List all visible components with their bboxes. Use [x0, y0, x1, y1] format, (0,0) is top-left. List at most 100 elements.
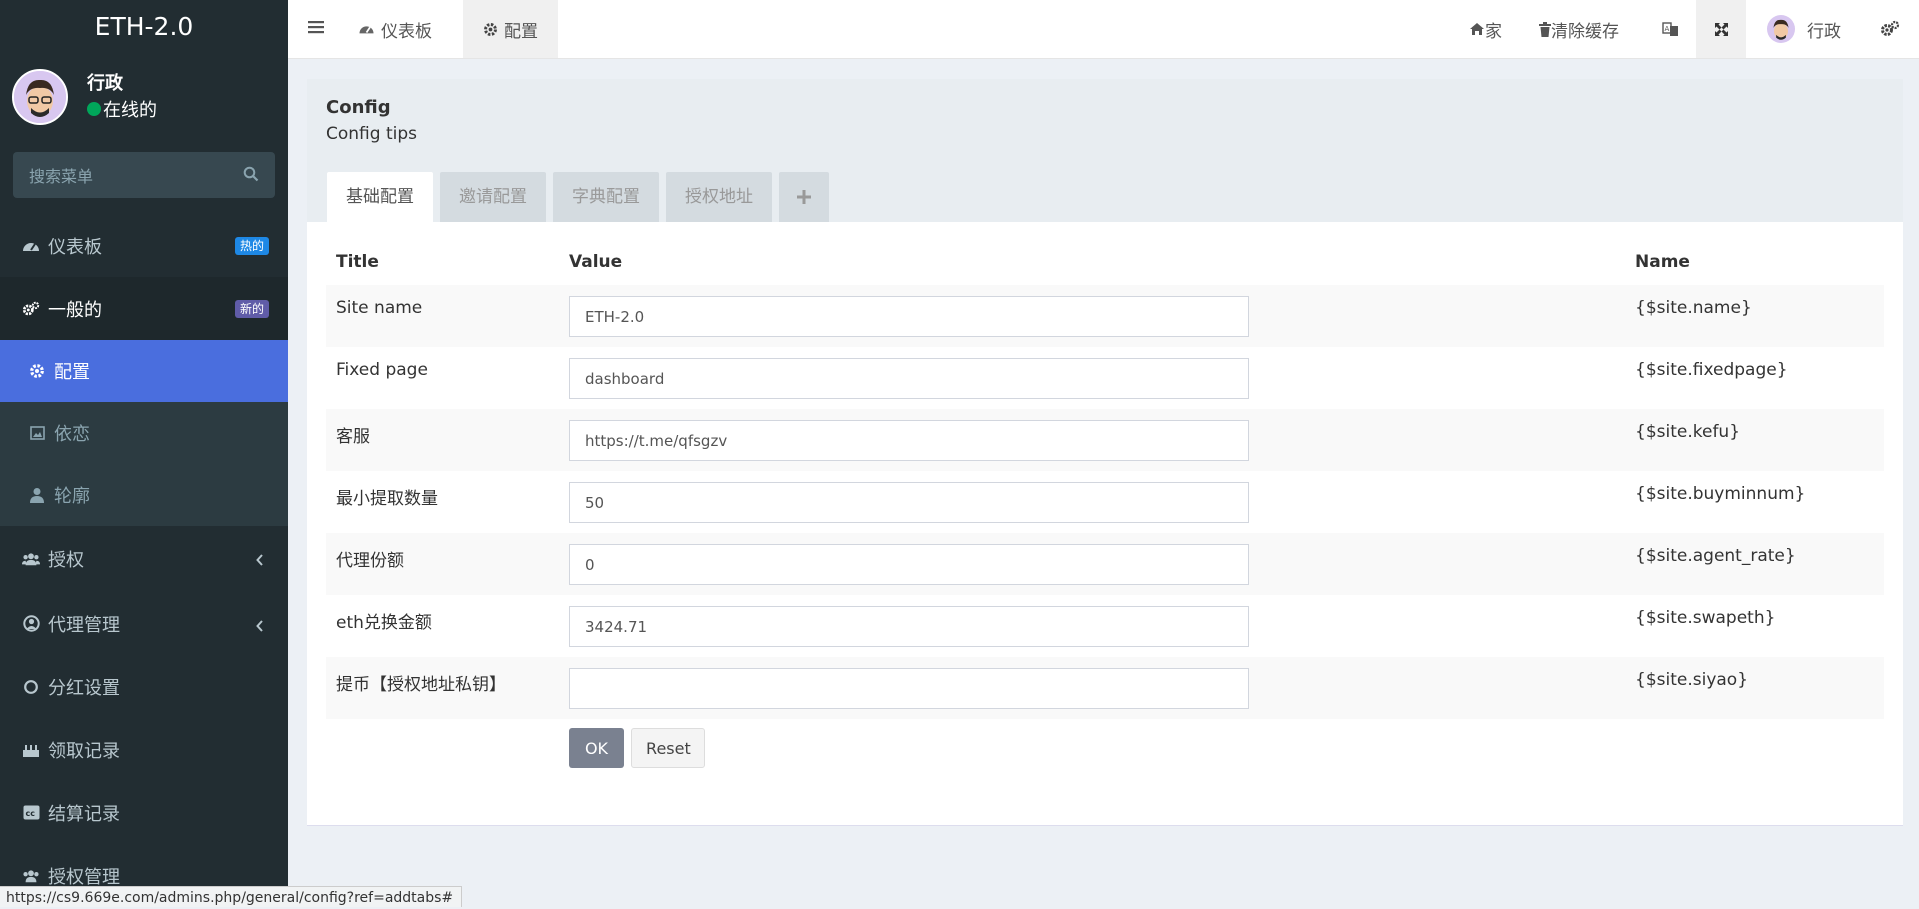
site-name-input[interactable]	[569, 296, 1249, 337]
panel-heading: Config Config tips 基础配置 邀请配置 字典配置 授权地址	[307, 79, 1903, 222]
trash-icon	[1539, 21, 1551, 37]
config-table: Title Value Name Site name {$site.name} …	[326, 239, 1884, 781]
users-icon	[22, 867, 40, 885]
home-label: 家	[1485, 21, 1502, 42]
reset-button[interactable]: Reset	[631, 728, 706, 768]
row-title: Fixed page	[336, 360, 428, 380]
add-tab-button[interactable]	[779, 172, 829, 222]
tab-label: 仪表板	[381, 21, 432, 42]
sidebar-item-dividend[interactable]: 分红设置	[0, 655, 288, 718]
cc-icon: cc	[22, 804, 40, 822]
sidebar-item-profile[interactable]: 轮廓	[0, 464, 288, 526]
clear-cache-button[interactable]: 清除缓存	[1539, 0, 1619, 58]
sidebar-item-label: 轮廓	[54, 486, 90, 507]
sidebar-item-label: 分红设置	[48, 677, 120, 699]
user-name: 行政	[87, 73, 123, 94]
row-name: {$site.name}	[1635, 298, 1752, 318]
svg-text:cc: cc	[25, 809, 35, 818]
min-withdraw-input[interactable]	[569, 482, 1249, 523]
sidebar-item-attachment[interactable]: 依恋	[0, 402, 288, 464]
sidebar-item-claim-records[interactable]: 领取记录	[0, 718, 288, 781]
row-title: 最小提取数量	[336, 489, 438, 509]
avatar	[12, 69, 68, 125]
ok-button[interactable]: OK	[569, 728, 624, 768]
user-menu[interactable]: 行政	[1767, 0, 1841, 58]
language-button[interactable]: A	[1662, 0, 1679, 58]
birthday-cake-icon	[22, 741, 40, 759]
user-circle-icon	[22, 615, 40, 633]
tab-config[interactable]: 配置	[463, 0, 558, 58]
top-navbar: 仪表板 配置 家 清除缓存 A 行政	[288, 0, 1919, 59]
table-row: Fixed page {$site.fixedpage}	[326, 347, 1884, 409]
browser-status-url: https://cs9.669e.com/admins.php/general/…	[0, 886, 463, 907]
clear-cache-label: 清除缓存	[1551, 21, 1619, 42]
agent-rate-input[interactable]	[569, 544, 1249, 585]
sidebar-item-label: 依恋	[54, 424, 90, 445]
tab-invite-config[interactable]: 邀请配置	[440, 172, 546, 222]
table-row: Site name {$site.name}	[326, 285, 1884, 347]
sidebar-item-label: 代理管理	[48, 614, 120, 636]
image-icon	[28, 424, 46, 442]
sidebar-item-config[interactable]: 配置	[0, 340, 288, 402]
sidebar-item-general[interactable]: 一般的 新的	[0, 277, 288, 340]
sidebar-item-agent[interactable]: 代理管理	[0, 592, 288, 655]
row-name: {$site.kefu}	[1635, 422, 1741, 442]
row-title: eth兑换金额	[336, 613, 432, 633]
app-logo[interactable]: ETH-2.0	[0, 0, 288, 54]
private-key-input[interactable]	[569, 668, 1249, 709]
row-name: {$site.agent_rate}	[1635, 546, 1796, 566]
table-row: eth兑换金额 {$site.swapeth}	[326, 595, 1884, 657]
config-panel: Title Value Name Site name {$site.name} …	[307, 222, 1903, 826]
search-input[interactable]	[13, 152, 231, 200]
table-row: 代理份额 {$site.agent_rate}	[326, 533, 1884, 595]
user-panel: 行政 在线的	[0, 54, 288, 140]
column-header-title: Title	[336, 252, 379, 272]
home-icon	[1469, 22, 1485, 36]
tab-dictionary-config[interactable]: 字典配置	[553, 172, 659, 222]
customer-service-input[interactable]	[569, 420, 1249, 461]
gear-icon	[483, 22, 498, 37]
row-name: {$site.swapeth}	[1635, 608, 1776, 628]
search-icon[interactable]	[243, 166, 259, 187]
row-name: {$site.buyminnum}	[1635, 484, 1806, 504]
cogs-icon	[1880, 20, 1900, 38]
user-icon	[28, 486, 46, 504]
expand-icon	[1714, 22, 1729, 37]
user-status-label: 在线的	[103, 100, 157, 121]
language-icon: A	[1662, 21, 1679, 38]
plus-icon	[797, 187, 811, 207]
sidebar-item-label: 仪表板	[48, 236, 102, 258]
column-header-name: Name	[1635, 252, 1690, 272]
page-tips: Config tips	[326, 124, 417, 144]
sidebar-item-settlement-records[interactable]: cc 结算记录	[0, 781, 288, 844]
page-title: Config	[326, 97, 391, 118]
sidebar-item-label: 领取记录	[48, 740, 120, 762]
chevron-left-icon	[256, 550, 264, 571]
table-row: 提币【授权地址私钥】 {$site.siyao}	[326, 657, 1884, 719]
circle-icon	[22, 678, 40, 696]
sidebar-item-label: 结算记录	[48, 803, 120, 825]
fixed-page-input[interactable]	[569, 358, 1249, 399]
sidebar-toggle-button[interactable]	[308, 0, 324, 58]
column-header-value: Value	[569, 252, 623, 272]
dashboard-icon	[358, 22, 375, 36]
sidebar-item-auth[interactable]: 授权	[0, 526, 288, 592]
tab-auth-address[interactable]: 授权地址	[666, 172, 772, 222]
swap-eth-input[interactable]	[569, 606, 1249, 647]
tab-dashboard[interactable]: 仪表板	[340, 0, 450, 58]
chevron-left-icon	[256, 616, 264, 637]
sidebar-item-dashboard[interactable]: 仪表板 热的	[0, 214, 288, 277]
sidebar-item-label: 授权	[48, 550, 84, 571]
fullscreen-button[interactable]	[1696, 0, 1746, 58]
home-link[interactable]: 家	[1469, 0, 1502, 58]
control-sidebar-button[interactable]	[1880, 0, 1900, 58]
users-icon	[22, 550, 40, 568]
tab-basic-config[interactable]: 基础配置	[327, 172, 433, 222]
sidebar-menu: 仪表板 热的 一般的 新的 配置 依恋 轮廓 授权 代理管理 分红设置 领取记录…	[0, 214, 288, 907]
cogs-icon	[22, 300, 40, 318]
gear-icon	[28, 362, 46, 380]
avatar	[1767, 15, 1795, 43]
sidebar-item-label: 一般的	[48, 299, 102, 321]
form-buttons-row: OK Reset	[326, 719, 1884, 781]
hot-badge: 热的	[234, 237, 269, 255]
